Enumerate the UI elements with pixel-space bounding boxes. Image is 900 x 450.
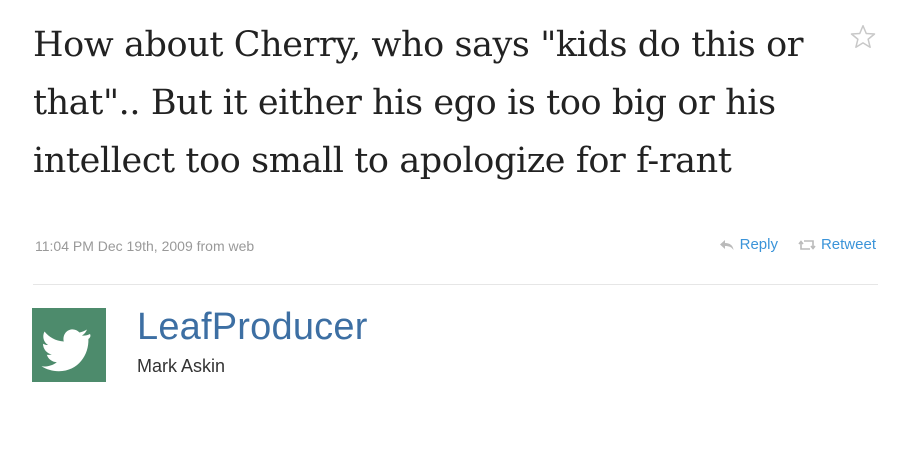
- twitter-bird-icon: [41, 329, 91, 372]
- author-screen-name[interactable]: LeafProducer: [137, 306, 368, 349]
- divider: [33, 284, 878, 285]
- tweet-page: How about Cherry, who says "kids do this…: [0, 0, 900, 450]
- reply-icon: [719, 239, 734, 250]
- tweet-timestamp[interactable]: 11:04 PM Dec 19th, 2009: [35, 238, 193, 254]
- retweet-icon: [798, 239, 816, 250]
- tweet-actions: Reply Retweet: [719, 236, 876, 253]
- tweet-text: How about Cherry, who says "kids do this…: [33, 25, 804, 181]
- tweet-source: from web: [196, 238, 255, 254]
- star-icon[interactable]: [848, 22, 878, 52]
- retweet-label: Retweet: [820, 236, 876, 253]
- reply-button[interactable]: Reply: [719, 236, 778, 253]
- reply-label: Reply: [739, 236, 778, 253]
- tweet-meta: 11:04 PM Dec 19th, 2009 from web: [35, 238, 254, 254]
- author-full-name: Mark Askin: [137, 356, 226, 376]
- retweet-button[interactable]: Retweet: [798, 236, 876, 253]
- avatar[interactable]: [32, 308, 106, 382]
